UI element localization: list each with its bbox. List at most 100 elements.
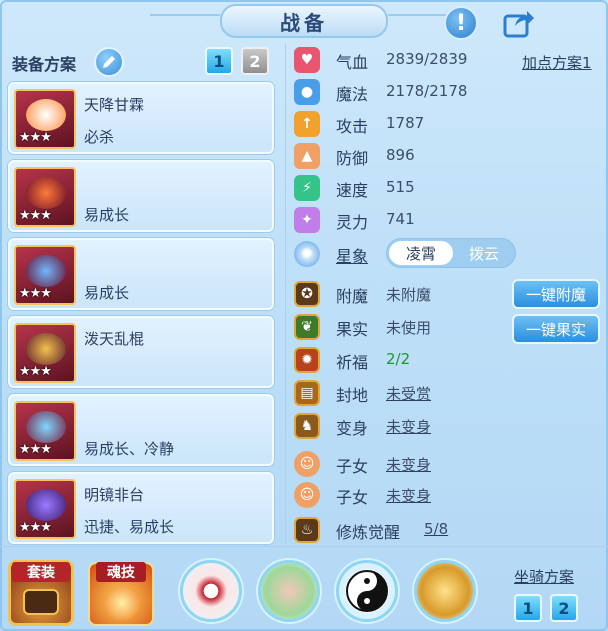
heart-icon: ♥ — [294, 47, 320, 73]
enhance-row-transform: ♞ 变身 未变身 — [294, 412, 594, 440]
skill-orb-3[interactable] — [336, 560, 398, 622]
star-sign-icon: ✺ — [294, 241, 320, 267]
equipment-thumbnail: ★★★ — [14, 401, 76, 461]
equipment-stars: ★★★ — [19, 442, 52, 457]
child-icon: ☺ — [294, 451, 320, 477]
star-sign-toggle: 凌霄 拨云 — [386, 238, 516, 268]
enhance-value[interactable]: 未变身 — [386, 454, 431, 475]
equipment-thumbnail: ★★★ — [14, 167, 76, 227]
stat-label: 魔法 — [336, 85, 369, 104]
enhance-label: 子女 — [336, 488, 369, 507]
equipment-plan-1-button[interactable]: 1 — [205, 47, 233, 75]
cultivation-icon: ♨ — [294, 517, 320, 543]
blessing-icon: ✹ — [294, 347, 320, 373]
equipment-trait: 易成长 — [84, 284, 130, 302]
equipment-stars: ★★★ — [19, 208, 52, 223]
equipment-name: 天降甘霖 — [84, 96, 145, 114]
skill-orb-4[interactable] — [414, 560, 476, 622]
enhance-row-cultivation: ♨ 修炼觉醒 5/8 — [294, 516, 594, 544]
star-option-boyun[interactable]: 拨云 — [455, 241, 513, 265]
mount-plan-label[interactable]: 坐骑方案 — [514, 566, 574, 587]
enhance-value[interactable]: 5/8 — [424, 520, 448, 538]
share-icon — [503, 11, 534, 38]
one-click-enchant-button[interactable]: 一键附魔 — [512, 279, 600, 309]
window-title: 战备 — [220, 4, 388, 38]
chest-icon — [23, 589, 59, 615]
star-sign-label[interactable]: 星象 — [336, 243, 368, 267]
star-option-lingxiao[interactable]: 凌霄 — [389, 241, 453, 265]
alert-button[interactable]: ! — [444, 6, 478, 40]
share-button[interactable] — [502, 6, 536, 40]
enhance-label: 果实 — [336, 320, 369, 339]
enhance-label: 修炼觉醒 — [336, 523, 401, 542]
shield-icon: ▲ — [294, 143, 320, 169]
belt-icon — [26, 411, 66, 443]
column-divider — [285, 44, 286, 544]
equipment-trait: 必杀 — [84, 128, 115, 146]
transform-icon: ♞ — [294, 413, 320, 439]
edit-plan-button[interactable] — [94, 47, 124, 77]
enhance-label: 子女 — [336, 457, 369, 476]
skill-orb-2[interactable] — [258, 560, 320, 622]
fief-icon: ▤ — [294, 380, 320, 406]
mount-plan-2-button[interactable]: 2 — [550, 594, 578, 622]
stat-row-mp: ● 魔法 2178/2178 — [294, 78, 594, 106]
stat-label: 速度 — [336, 181, 369, 200]
equipment-thumbnail: ★★★ — [14, 323, 76, 383]
suit-label: 套装 — [12, 562, 70, 582]
enhance-value: 2/2 — [386, 350, 411, 368]
equipment-thumbnail: ★★★ — [14, 479, 76, 539]
stat-value: 1787 — [386, 114, 425, 132]
stat-row-attack: ↑ 攻击 1787 — [294, 110, 594, 138]
weapon-icon — [26, 99, 66, 131]
equipment-slot-boots[interactable]: ★★★ 明镜非台 迅捷、易成长 — [8, 472, 274, 544]
enchant-icon: ✪ — [294, 281, 320, 307]
enhance-value[interactable]: 未变身 — [386, 416, 431, 437]
exclamation-icon: ! — [455, 10, 467, 36]
skill-orb-1[interactable] — [180, 560, 242, 622]
pencil-icon — [103, 56, 115, 68]
stat-row-spirit: ✦ 灵力 741 — [294, 206, 594, 234]
enhance-value: 未使用 — [386, 319, 432, 337]
enhance-row-fief: ▤ 封地 未受赏 — [294, 379, 594, 407]
equipment-stars: ★★★ — [19, 286, 52, 301]
enhance-label: 变身 — [336, 419, 369, 438]
equipment-name: 明镜非台 — [84, 486, 145, 504]
stat-label: 攻击 — [336, 117, 369, 136]
mana-icon: ● — [294, 79, 320, 105]
mount-plan-1-button[interactable]: 1 — [514, 594, 542, 622]
stat-row-speed: ⚡ 速度 515 — [294, 174, 594, 202]
equipment-trait: 易成长 — [84, 206, 130, 224]
stat-value: 2839/2839 — [386, 50, 468, 68]
enhance-value[interactable]: 未变身 — [386, 485, 431, 506]
child-icon: ☺ — [294, 482, 320, 508]
helmet-icon — [26, 177, 66, 209]
equipment-slot-weapon[interactable]: ★★★ 天降甘霖 必杀 — [8, 82, 274, 154]
equipment-slot-armor[interactable]: ★★★ 泼天乱棍 — [8, 316, 274, 388]
stat-label: 气血 — [336, 53, 369, 72]
title-ornament-left — [150, 14, 220, 24]
equipment-stars: ★★★ — [19, 130, 52, 145]
equipment-trait: 易成长、冷静 — [84, 440, 175, 458]
enhance-label: 祈福 — [336, 353, 369, 372]
stat-value: 896 — [386, 146, 415, 164]
enhance-value: 未附魔 — [386, 286, 432, 304]
sword-icon: ↑ — [294, 111, 320, 137]
equipment-slot-helmet[interactable]: ★★★ 易成长 — [8, 160, 274, 232]
lightning-icon: ⚡ — [294, 175, 320, 201]
enhance-label: 封地 — [336, 386, 369, 405]
enhance-value[interactable]: 未受赏 — [386, 383, 431, 404]
enhance-label: 附魔 — [336, 287, 369, 306]
one-click-fruit-button[interactable]: 一键果实 — [512, 314, 600, 344]
enhance-row-blessing: ✹ 祈福 2/2 — [294, 346, 594, 374]
equipment-plan-label: 装备方案 — [12, 55, 77, 74]
equipment-slot-belt[interactable]: ★★★ 易成长、冷静 — [8, 394, 274, 466]
equipment-name: 泼天乱棍 — [84, 330, 145, 348]
equipment-thumbnail: ★★★ — [14, 89, 76, 149]
stat-value: 2178/2178 — [386, 82, 468, 100]
enhance-row-child-1: ☺ 子女 未变身 — [294, 450, 594, 478]
equipment-plan-2-button[interactable]: 2 — [241, 47, 269, 75]
stat-label: 灵力 — [336, 213, 369, 232]
equipment-slot-necklace[interactable]: ★★★ 易成长 — [8, 238, 274, 310]
equipment-stars: ★★★ — [19, 364, 52, 379]
